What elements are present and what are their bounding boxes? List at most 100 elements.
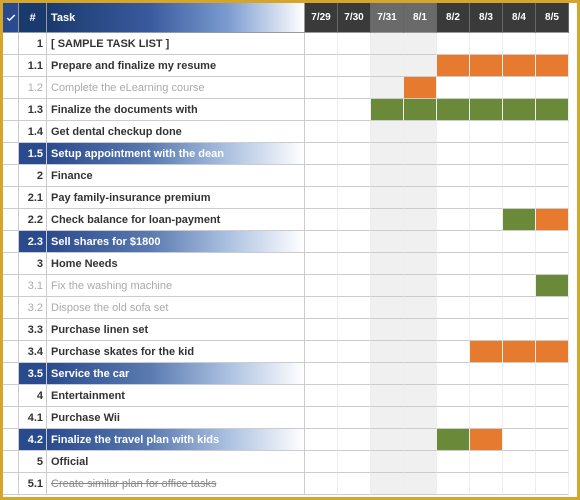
- gantt-cell[interactable]: [371, 451, 404, 473]
- gantt-cell[interactable]: [503, 253, 536, 275]
- gantt-cell[interactable]: [371, 275, 404, 297]
- date-column-header[interactable]: 8/1: [404, 3, 437, 33]
- check-cell[interactable]: [3, 165, 19, 187]
- gantt-cell[interactable]: [404, 297, 437, 319]
- task-name[interactable]: Entertainment: [47, 385, 305, 407]
- gantt-cell[interactable]: [470, 209, 503, 231]
- task-name[interactable]: Complete the eLearning course: [47, 77, 305, 99]
- gantt-cell[interactable]: [404, 33, 437, 55]
- check-cell[interactable]: [3, 319, 19, 341]
- gantt-cell[interactable]: [371, 209, 404, 231]
- gantt-cell[interactable]: [404, 451, 437, 473]
- task-name[interactable]: Home Needs: [47, 253, 305, 275]
- gantt-cell[interactable]: [470, 165, 503, 187]
- gantt-cell[interactable]: [338, 429, 371, 451]
- row-number[interactable]: 3.5: [19, 363, 47, 385]
- gantt-cell[interactable]: [305, 55, 338, 77]
- task-name[interactable]: Purchase linen set: [47, 319, 305, 341]
- gantt-cell[interactable]: [503, 275, 536, 297]
- task-name[interactable]: Sell shares for $1800: [47, 231, 305, 253]
- date-column-header[interactable]: 8/2: [437, 3, 470, 33]
- gantt-cell[interactable]: [470, 77, 503, 99]
- task-name[interactable]: Setup appointment with the dean: [47, 143, 305, 165]
- gantt-cell[interactable]: [305, 385, 338, 407]
- check-cell[interactable]: [3, 143, 19, 165]
- gantt-cell[interactable]: [437, 143, 470, 165]
- gantt-cell[interactable]: [404, 319, 437, 341]
- gantt-cell[interactable]: [503, 341, 536, 363]
- gantt-cell[interactable]: [470, 319, 503, 341]
- gantt-cell[interactable]: [371, 77, 404, 99]
- gantt-cell[interactable]: [305, 275, 338, 297]
- row-number[interactable]: 1.4: [19, 121, 47, 143]
- gantt-cell[interactable]: [536, 143, 569, 165]
- gantt-cell[interactable]: [371, 55, 404, 77]
- gantt-cell[interactable]: [536, 451, 569, 473]
- gantt-cell[interactable]: [305, 297, 338, 319]
- check-cell[interactable]: [3, 385, 19, 407]
- gantt-cell[interactable]: [404, 473, 437, 495]
- gantt-cell[interactable]: [404, 407, 437, 429]
- gantt-cell[interactable]: [371, 363, 404, 385]
- gantt-cell[interactable]: [338, 319, 371, 341]
- check-cell[interactable]: [3, 407, 19, 429]
- gantt-cell[interactable]: [437, 253, 470, 275]
- gantt-cell[interactable]: [404, 275, 437, 297]
- gantt-cell[interactable]: [437, 363, 470, 385]
- gantt-cell[interactable]: [305, 451, 338, 473]
- gantt-cell[interactable]: [371, 297, 404, 319]
- row-number[interactable]: 1.5: [19, 143, 47, 165]
- task-name[interactable]: Create similar plan for office tasks: [47, 473, 305, 495]
- gantt-cell[interactable]: [404, 143, 437, 165]
- gantt-cell[interactable]: [437, 385, 470, 407]
- gantt-cell[interactable]: [338, 187, 371, 209]
- row-number[interactable]: 3.2: [19, 297, 47, 319]
- task-name[interactable]: Pay family-insurance premium: [47, 187, 305, 209]
- gantt-cell[interactable]: [371, 253, 404, 275]
- gantt-cell[interactable]: [437, 319, 470, 341]
- gantt-cell[interactable]: [503, 209, 536, 231]
- task-name[interactable]: Get dental checkup done: [47, 121, 305, 143]
- gantt-cell[interactable]: [503, 77, 536, 99]
- task-name[interactable]: Prepare and finalize my resume: [47, 55, 305, 77]
- gantt-cell[interactable]: [503, 451, 536, 473]
- gantt-cell[interactable]: [437, 473, 470, 495]
- gantt-cell[interactable]: [437, 99, 470, 121]
- check-cell[interactable]: [3, 275, 19, 297]
- row-number[interactable]: 3.1: [19, 275, 47, 297]
- gantt-cell[interactable]: [371, 341, 404, 363]
- gantt-cell[interactable]: [536, 429, 569, 451]
- gantt-cell[interactable]: [437, 77, 470, 99]
- gantt-cell[interactable]: [371, 143, 404, 165]
- gantt-cell[interactable]: [338, 33, 371, 55]
- gantt-cell[interactable]: [338, 231, 371, 253]
- gantt-cell[interactable]: [338, 55, 371, 77]
- gantt-cell[interactable]: [503, 407, 536, 429]
- task-gantt-grid[interactable]: #Task7/297/307/318/18/28/38/48/51[ SAMPL…: [3, 3, 577, 495]
- gantt-cell[interactable]: [470, 363, 503, 385]
- row-number[interactable]: 5: [19, 451, 47, 473]
- gantt-cell[interactable]: [536, 231, 569, 253]
- row-number[interactable]: 4.2: [19, 429, 47, 451]
- gantt-cell[interactable]: [503, 385, 536, 407]
- gantt-cell[interactable]: [437, 275, 470, 297]
- task-column-header[interactable]: Task: [47, 3, 305, 33]
- task-name[interactable]: Finance: [47, 165, 305, 187]
- gantt-cell[interactable]: [305, 341, 338, 363]
- gantt-cell[interactable]: [371, 33, 404, 55]
- row-number[interactable]: 2.2: [19, 209, 47, 231]
- task-name[interactable]: Finalize the travel plan with kids: [47, 429, 305, 451]
- gantt-cell[interactable]: [338, 385, 371, 407]
- gantt-cell[interactable]: [305, 429, 338, 451]
- gantt-cell[interactable]: [536, 77, 569, 99]
- row-number[interactable]: 1.2: [19, 77, 47, 99]
- gantt-cell[interactable]: [536, 209, 569, 231]
- gantt-cell[interactable]: [536, 363, 569, 385]
- row-number[interactable]: 3.3: [19, 319, 47, 341]
- check-cell[interactable]: [3, 297, 19, 319]
- gantt-cell[interactable]: [338, 473, 371, 495]
- gantt-cell[interactable]: [338, 99, 371, 121]
- gantt-cell[interactable]: [404, 363, 437, 385]
- task-name[interactable]: Check balance for loan-payment: [47, 209, 305, 231]
- gantt-cell[interactable]: [437, 341, 470, 363]
